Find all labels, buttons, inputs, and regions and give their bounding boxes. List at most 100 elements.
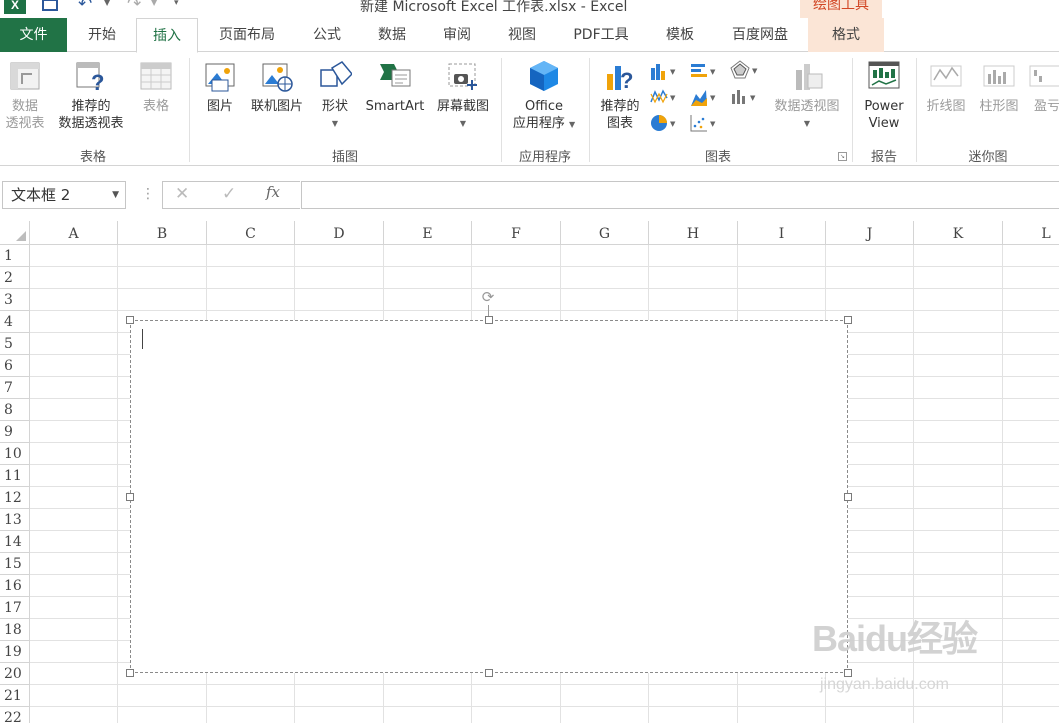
tab-review[interactable]: 审阅 — [429, 18, 485, 52]
pivot-table-button[interactable]: 数据 透视表 — [2, 60, 48, 132]
resize-handle[interactable] — [126, 316, 134, 324]
customize-qat-icon[interactable]: ▾ — [174, 0, 179, 8]
formula-bar: 文本框 2 ▼ ⋮ ✕ ✓ fx — [0, 166, 1059, 221]
row-header-17[interactable]: 17 — [0, 597, 30, 619]
redo-dropdown-icon[interactable]: ▼ — [151, 0, 157, 7]
row-header-9[interactable]: 9 — [0, 421, 30, 443]
smartart-button[interactable]: SmartArt — [362, 60, 428, 115]
screenshot-button[interactable]: 屏幕截图 ▼ — [432, 60, 494, 132]
row-header-11[interactable]: 11 — [0, 465, 30, 487]
column-header-d[interactable]: D — [295, 221, 384, 245]
row-header-1[interactable]: 1 — [0, 245, 30, 267]
tab-formulas[interactable]: 公式 — [299, 18, 355, 52]
resize-handle[interactable] — [126, 493, 134, 501]
enter-check-icon[interactable]: ✓ — [222, 184, 236, 204]
scatter-chart-icon[interactable]: ▼ — [690, 114, 712, 132]
name-box-dropdown-icon[interactable]: ▼ — [112, 182, 119, 208]
column-sparkline-button[interactable]: 柱形图 — [974, 60, 1024, 115]
tab-view[interactable]: 视图 — [494, 18, 550, 52]
resize-handle[interactable] — [844, 316, 852, 324]
column-header-c[interactable]: C — [207, 221, 295, 245]
line-chart-icon[interactable]: ▼ — [650, 88, 672, 106]
formula-bar-grip-icon[interactable]: ⋮ — [141, 186, 155, 202]
row-header-5[interactable]: 5 — [0, 333, 30, 355]
excel-app-icon[interactable]: X — [4, 0, 26, 14]
formula-input[interactable] — [301, 181, 1059, 209]
line-sparkline-button[interactable]: 折线图 — [922, 60, 970, 115]
column-header-g[interactable]: G — [561, 221, 649, 245]
pivot-chart-button[interactable]: 数据透视图 ▼ — [768, 60, 846, 132]
row-header-18[interactable]: 18 — [0, 619, 30, 641]
resize-handle[interactable] — [485, 669, 493, 677]
pivot-table-icon — [8, 60, 42, 92]
resize-handle[interactable] — [844, 493, 852, 501]
column-chart-icon[interactable]: ▼ — [650, 62, 672, 80]
tab-baidu-netdisk[interactable]: 百度网盘 — [718, 18, 802, 52]
save-icon[interactable] — [42, 0, 58, 11]
pie-chart-icon[interactable]: ▼ — [650, 114, 672, 132]
online-picture-button[interactable]: 联机图片 — [246, 60, 308, 115]
stock-chart-icon[interactable]: ▼ — [730, 88, 752, 106]
column-header-a[interactable]: A — [30, 221, 118, 245]
power-view-button[interactable]: Power View — [858, 60, 910, 132]
name-box[interactable]: 文本框 2 ▼ — [2, 181, 126, 209]
charts-dialog-launcher-icon[interactable]: ↘ — [838, 152, 847, 161]
insert-function-icon[interactable]: fx — [266, 183, 280, 201]
recommended-pivot-button[interactable]: ? 推荐的 数据透视表 — [52, 60, 130, 132]
row-header-12[interactable]: 12 — [0, 487, 30, 509]
row-header-16[interactable]: 16 — [0, 575, 30, 597]
select-all-button[interactable] — [0, 221, 30, 245]
svg-text:?: ? — [91, 70, 104, 92]
ribbon-tab-bar: 文件 开始 插入 页面布局 公式 数据 审阅 视图 PDF工具 模板 百度网盘 … — [0, 18, 1059, 52]
tab-data[interactable]: 数据 — [364, 18, 420, 52]
shapes-button[interactable]: 形状 ▼ — [314, 60, 356, 132]
tab-insert[interactable]: 插入 — [136, 18, 198, 53]
tab-templates[interactable]: 模板 — [651, 18, 709, 52]
tab-home[interactable]: 开始 — [72, 18, 132, 52]
row-header-8[interactable]: 8 — [0, 399, 30, 421]
tab-file[interactable]: 文件 — [0, 18, 67, 52]
column-header-f[interactable]: F — [472, 221, 561, 245]
tab-page-layout[interactable]: 页面布局 — [206, 18, 288, 52]
winloss-sparkline-button[interactable]: 盈亏 — [1028, 60, 1059, 115]
tab-pdf-tools[interactable]: PDF工具 — [560, 18, 642, 52]
row-header-20[interactable]: 20 — [0, 663, 30, 685]
row-header-10[interactable]: 10 — [0, 443, 30, 465]
row-header-7[interactable]: 7 — [0, 377, 30, 399]
text-box-shape[interactable] — [130, 320, 848, 673]
recommended-charts-button[interactable]: ? 推荐的 图表 — [594, 60, 646, 132]
undo-icon[interactable]: ↶ — [78, 0, 92, 14]
resize-handle[interactable] — [485, 316, 493, 324]
row-header-15[interactable]: 15 — [0, 553, 30, 575]
cancel-icon[interactable]: ✕ — [175, 184, 189, 204]
gridline-horizontal — [30, 266, 1059, 267]
row-header-14[interactable]: 14 — [0, 531, 30, 553]
table-button[interactable]: 表格 — [136, 60, 176, 115]
winloss-sparkline-icon — [1028, 60, 1059, 92]
column-header-e[interactable]: E — [384, 221, 472, 245]
row-header-22[interactable]: 22 — [0, 707, 30, 723]
column-header-b[interactable]: B — [118, 221, 207, 245]
row-header-6[interactable]: 6 — [0, 355, 30, 377]
column-header-i[interactable]: I — [738, 221, 826, 245]
column-header-l[interactable]: L — [1003, 221, 1059, 245]
column-header-j[interactable]: J — [826, 221, 914, 245]
redo-icon[interactable]: ↷ — [127, 0, 141, 14]
picture-button[interactable]: 图片 — [199, 60, 241, 115]
resize-handle[interactable] — [126, 669, 134, 677]
row-header-19[interactable]: 19 — [0, 641, 30, 663]
column-header-k[interactable]: K — [914, 221, 1003, 245]
area-chart-icon[interactable]: ▼ — [690, 88, 712, 106]
office-apps-button[interactable]: Office 应用程序 ▼ — [506, 60, 582, 133]
column-header-h[interactable]: H — [649, 221, 738, 245]
radar-chart-icon[interactable]: ▼ — [730, 60, 752, 78]
row-header-4[interactable]: 4 — [0, 311, 30, 333]
rotate-handle-icon[interactable]: ⟳ — [480, 289, 496, 305]
row-header-3[interactable]: 3 — [0, 289, 30, 311]
tab-format[interactable]: 格式 — [808, 18, 884, 52]
row-header-2[interactable]: 2 — [0, 267, 30, 289]
row-header-21[interactable]: 21 — [0, 685, 30, 707]
undo-dropdown-icon[interactable]: ▼ — [104, 0, 110, 7]
bar-chart-icon[interactable]: ▼ — [690, 62, 712, 80]
row-header-13[interactable]: 13 — [0, 509, 30, 531]
